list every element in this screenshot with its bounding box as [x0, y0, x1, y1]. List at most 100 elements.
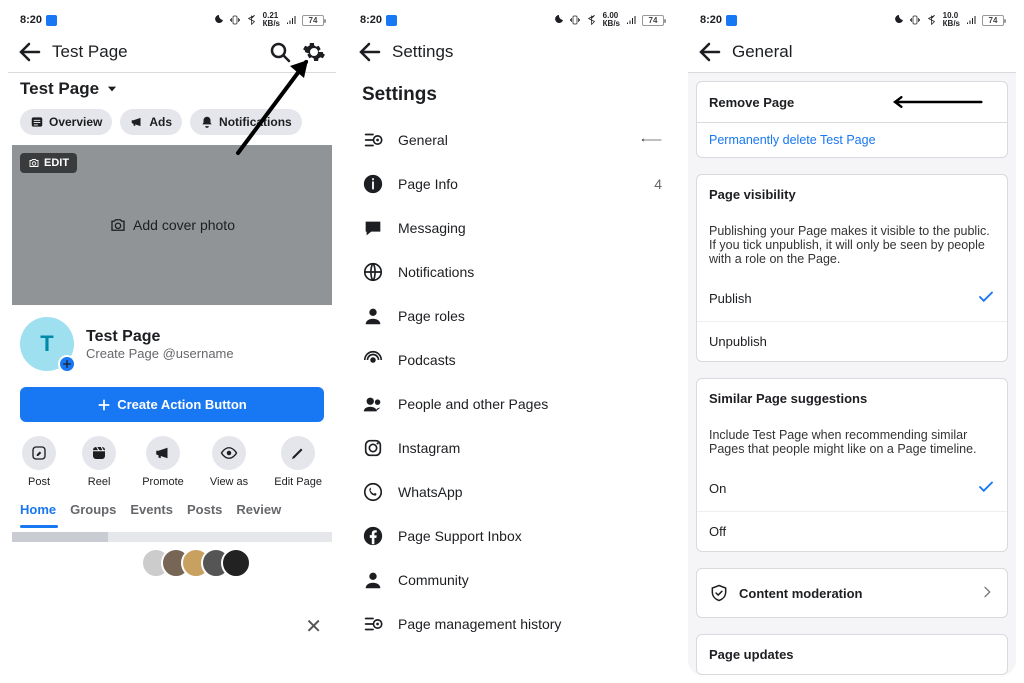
overview-icon: [30, 115, 44, 129]
visibility-title: Page visibility: [697, 175, 1007, 214]
settings-item-notifications[interactable]: Notifications: [348, 250, 676, 294]
story-bubbles: [8, 542, 336, 584]
avatar-letter: T: [40, 331, 53, 357]
story-bubble[interactable]: [221, 548, 251, 578]
permanently-delete-link[interactable]: Permanently delete Test Page: [697, 123, 1007, 157]
action-post[interactable]: Post: [22, 436, 56, 488]
megaphone-icon: [154, 444, 172, 462]
vibrate-icon: [569, 14, 581, 26]
moderation-label: Content moderation: [739, 586, 863, 601]
camera-icon: [28, 157, 40, 169]
camera-icon: [109, 216, 127, 234]
screen-settings: 8:20 6.00КВ/s 74 Settings Settings Gener…: [348, 8, 676, 675]
sliders-gear-icon: [362, 613, 384, 635]
pencil-icon: [289, 444, 307, 462]
option-on[interactable]: On: [697, 466, 1007, 511]
settings-item-general[interactable]: General: [348, 118, 676, 162]
page-info-badge: 4: [654, 176, 662, 192]
card-similar: Similar Page suggestions Include Test Pa…: [696, 378, 1008, 552]
profile-name: Test Page: [86, 328, 234, 346]
battery-icon: 74: [302, 15, 324, 26]
option-off[interactable]: Off: [697, 511, 1007, 551]
add-cover-label: Add cover photo: [109, 216, 235, 234]
action-editpage[interactable]: Edit Page: [274, 436, 322, 488]
header-title: General: [732, 42, 792, 62]
card-moderation[interactable]: Content moderation: [696, 568, 1008, 618]
edit-cover-badge[interactable]: EDIT: [20, 153, 77, 173]
page-title-dropdown[interactable]: Test Page: [8, 73, 336, 105]
settings-item-people[interactable]: People and other Pages: [348, 382, 676, 426]
settings-item-page-roles[interactable]: Page roles: [348, 294, 676, 338]
status-bar: 8:20 6.00КВ/s 74: [348, 8, 676, 32]
card-updates: Page updates: [696, 634, 1008, 675]
action-promote[interactable]: Promote: [142, 436, 184, 488]
shield-icon: [709, 583, 729, 603]
similar-desc: Include Test Page when recommending simi…: [697, 418, 1007, 466]
back-icon[interactable]: [698, 40, 722, 64]
tab-groups[interactable]: Groups: [70, 502, 116, 517]
chip-notifications[interactable]: Notifications: [190, 109, 302, 135]
cover-photo-area[interactable]: EDIT Add cover photo: [12, 145, 332, 305]
bluetooth-icon: [926, 14, 938, 26]
status-bar: 8:20 0.21КВ/s 74: [8, 8, 336, 32]
reel-icon: [90, 444, 108, 462]
status-time: 8:20: [20, 14, 42, 26]
vibrate-icon: [909, 14, 921, 26]
search-icon[interactable]: [268, 40, 292, 64]
check-icon: [977, 288, 995, 309]
screen-page-home: 8:20 0.21КВ/s 74 Test Page Test Page Ove…: [8, 8, 336, 675]
settings-item-community[interactable]: Community: [348, 558, 676, 602]
option-publish[interactable]: Publish: [697, 276, 1007, 321]
settings-item-instagram[interactable]: Instagram: [348, 426, 676, 470]
signal-icon: [285, 14, 297, 26]
signal-icon: [625, 14, 637, 26]
close-icon[interactable]: ✕: [305, 614, 322, 639]
option-unpublish[interactable]: Unpublish: [697, 321, 1007, 361]
action-reel[interactable]: Reel: [82, 436, 116, 488]
visibility-desc: Publishing your Page makes it visible to…: [697, 214, 1007, 276]
settings-item-page-info[interactable]: Page Info 4: [348, 162, 676, 206]
battery-icon: 74: [642, 15, 664, 26]
tab-review[interactable]: Review: [236, 502, 281, 517]
back-icon[interactable]: [18, 40, 42, 64]
settings-item-support[interactable]: Page Support Inbox: [348, 514, 676, 558]
status-app-icon: [386, 15, 397, 26]
status-time: 8:20: [360, 14, 382, 26]
avatar-plus-badge[interactable]: [58, 355, 76, 373]
settings-item-history[interactable]: Page management history: [348, 602, 676, 646]
similar-title: Similar Page suggestions: [697, 379, 1007, 418]
create-username-link[interactable]: Create Page @username: [86, 346, 234, 361]
action-viewas[interactable]: View as: [210, 436, 248, 488]
back-icon[interactable]: [358, 40, 382, 64]
status-bar: 8:20 10.0КВ/s 74: [688, 8, 1016, 32]
edit-square-icon: [30, 444, 48, 462]
chip-ads[interactable]: Ads: [120, 109, 182, 135]
bluetooth-icon: [586, 14, 598, 26]
create-action-button[interactable]: Create Action Button: [20, 387, 324, 422]
status-time: 8:20: [700, 14, 722, 26]
tab-home[interactable]: Home: [20, 502, 56, 517]
gear-icon[interactable]: [302, 40, 326, 64]
settings-header: Settings: [348, 32, 676, 72]
whatsapp-icon: [362, 481, 384, 503]
tab-indicator: [20, 525, 58, 528]
avatar[interactable]: T: [20, 317, 74, 371]
bluetooth-icon: [246, 14, 258, 26]
signal-icon: [965, 14, 977, 26]
tab-posts[interactable]: Posts: [187, 502, 222, 517]
tab-events[interactable]: Events: [130, 502, 173, 517]
chip-overview[interactable]: Overview: [20, 109, 112, 135]
info-icon: [362, 173, 384, 195]
instagram-icon: [362, 437, 384, 459]
settings-item-whatsapp[interactable]: WhatsApp: [348, 470, 676, 514]
page-actions-row: Post Reel Promote View as Edit Page: [8, 426, 336, 492]
annotation-arrow-icon: [640, 129, 662, 151]
megaphone-icon: [130, 115, 144, 129]
header-title: Settings: [392, 42, 453, 62]
moon-icon: [552, 14, 564, 26]
status-app-icon: [46, 15, 57, 26]
settings-item-podcasts[interactable]: Podcasts: [348, 338, 676, 382]
settings-item-messaging[interactable]: Messaging: [348, 206, 676, 250]
status-app-icon: [726, 15, 737, 26]
plus-icon: [97, 398, 111, 412]
